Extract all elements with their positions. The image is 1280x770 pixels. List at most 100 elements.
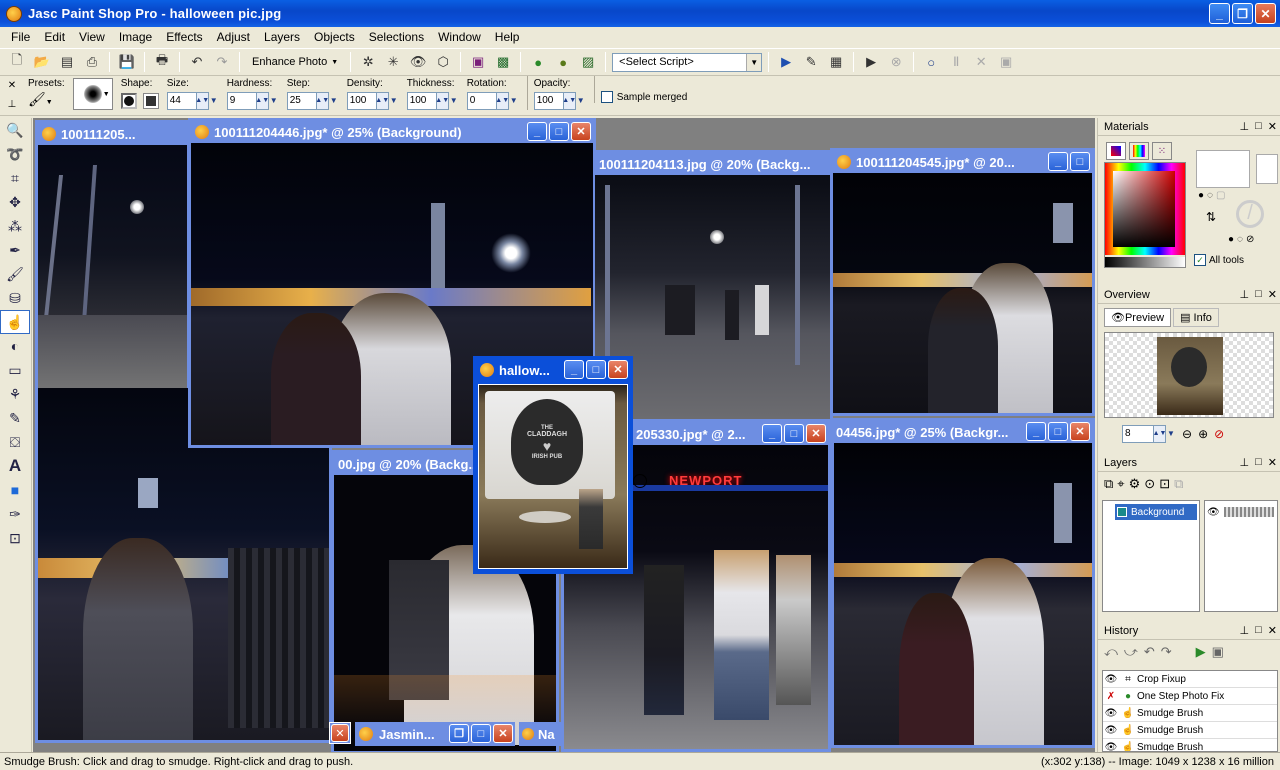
photo[interactable] (38, 145, 187, 389)
pen-tool-icon[interactable]: ✑ (0, 502, 30, 526)
tab-info[interactable]: ▤ Info (1173, 308, 1219, 327)
thickness-input[interactable]: 100 (406, 91, 437, 110)
chevron-down-icon[interactable]: ▼ (1166, 425, 1176, 443)
document-window[interactable]: 04456.jpg* @ 25% (Backgr... _ □ ✕ (831, 418, 1095, 748)
close-icon[interactable]: ✕ (1268, 456, 1277, 469)
menu-selections[interactable]: Selections (362, 30, 431, 44)
maximize-button[interactable]: □ (1048, 422, 1068, 441)
new-group-layer-icon[interactable]: ⊡ (1159, 476, 1170, 492)
maximize-button[interactable]: □ (549, 122, 569, 141)
overview-zoom-input[interactable]: 8 (1122, 424, 1154, 443)
background-swatch[interactable] (1256, 154, 1278, 184)
chevron-down-icon[interactable]: ▼ (269, 92, 279, 110)
pin-icon[interactable]: ⊥ (1240, 456, 1250, 469)
layers-titlebar[interactable]: Layers ⊥ □ ✕ (1098, 454, 1280, 472)
tab-preview[interactable]: 👁Preview (1104, 308, 1172, 327)
swap-colors-icon[interactable]: ⇅ (1206, 210, 1216, 224)
size-input[interactable]: 44 (166, 91, 197, 110)
list-item[interactable]: 👁 ☝ Smudge Brush (1103, 739, 1277, 751)
scan-icon[interactable]: ⎙ (81, 51, 103, 73)
photo[interactable] (834, 443, 1092, 745)
quickscript-icon[interactable]: ▶ (1196, 644, 1206, 660)
spin-icon[interactable]: ▲▼ (315, 91, 329, 110)
chevron-down-icon[interactable]: ▼ (209, 92, 219, 110)
redo-to-icon[interactable]: ⤻ (1124, 644, 1138, 660)
maximize-button[interactable]: □ (1070, 152, 1090, 171)
spin-icon[interactable]: ▲▼ (562, 91, 576, 110)
pin-icon[interactable]: ⊥ (8, 99, 17, 110)
spin-icon[interactable]: ▲▼ (1153, 424, 1166, 443)
geometry-icon[interactable]: ⬡ (432, 51, 454, 73)
zoom-tool-icon[interactable]: 🔍 (0, 118, 30, 142)
redo-icon[interactable]: ↷ (1161, 644, 1172, 660)
density-input[interactable]: 100 (346, 91, 377, 110)
list-item[interactable]: 👁 ⌗ Crop Fixup (1103, 671, 1277, 688)
paint-brush-tool-icon[interactable]: 🖌 (0, 262, 30, 286)
text-tool-icon[interactable]: A (0, 454, 30, 478)
minimize-button[interactable]: _ (564, 360, 584, 379)
photo[interactable] (833, 173, 1092, 413)
zoom-out-icon[interactable]: ⊖ (1182, 427, 1192, 441)
document-titlebar[interactable]: 100111204446.jpg* @ 25% (Background) _ □ ✕ (191, 121, 593, 143)
undo-to-icon[interactable]: ⤺ (1104, 644, 1118, 660)
picture-icon[interactable]: ▨ (577, 51, 599, 73)
layer-visibility-icon[interactable]: 👁 (1207, 507, 1220, 518)
brush-preview[interactable]: ▼ (72, 78, 113, 110)
close-button[interactable]: ✕ (806, 424, 826, 443)
chevron-down-icon[interactable]: ▼ (509, 92, 519, 110)
list-item[interactable]: 👁 ☝ Smudge Brush (1103, 705, 1277, 722)
fill-tool-icon[interactable]: ⛋ (0, 430, 30, 454)
maximize-icon[interactable]: □ (1255, 624, 1262, 637)
save-script-icon[interactable]: ▣ (995, 51, 1017, 73)
crop-tool-icon[interactable]: ⌗ (0, 166, 30, 190)
materials-titlebar[interactable]: Materials ⊥ □ ✕ (1098, 118, 1280, 136)
minimize-button[interactable]: _ (1026, 422, 1046, 441)
menu-layers[interactable]: Layers (257, 30, 307, 44)
zoom-100-icon[interactable]: ⊘ (1214, 427, 1224, 441)
eye-icon[interactable]: 👁 (1103, 708, 1119, 719)
landscape-icon[interactable]: ▩ (492, 51, 514, 73)
record-icon[interactable]: ○ (920, 51, 942, 73)
list-item[interactable]: 👁 ☝ Smudge Brush (1103, 722, 1277, 739)
maximize-button[interactable]: ❐ (1232, 3, 1253, 24)
auto-fix-icon[interactable]: ✲ (357, 51, 379, 73)
sample-merged-checkbox[interactable] (600, 91, 613, 103)
menu-file[interactable]: File (4, 30, 37, 44)
spin-icon[interactable]: ▲▼ (495, 91, 509, 110)
shape-tool-icon[interactable]: ■ (0, 478, 30, 502)
minimize-button[interactable]: _ (527, 122, 547, 141)
select-script-dropdown[interactable]: <Select Script> ▼ (612, 52, 763, 72)
frame-tab-icon[interactable] (1106, 142, 1126, 160)
fg-style-icons[interactable]: ● ◌ ▢ (1198, 190, 1225, 201)
document-tab[interactable]: ✕ (329, 722, 351, 744)
warp-tool-icon[interactable]: ⊡ (0, 526, 30, 550)
hardness-input[interactable]: 9 (226, 91, 257, 110)
minimize-button[interactable]: _ (1048, 152, 1068, 171)
menu-window[interactable]: Window (431, 30, 488, 44)
menu-image[interactable]: Image (112, 30, 159, 44)
run-selected-icon[interactable]: ▶ (860, 51, 882, 73)
eye-icon[interactable]: 👁 (1103, 725, 1119, 736)
document-window[interactable]: 100111204545.jpg* @ 20... _ □ (830, 148, 1095, 416)
close-button[interactable]: ✕ (331, 724, 349, 742)
menu-objects[interactable]: Objects (307, 30, 362, 44)
minimize-button[interactable]: _ (762, 424, 782, 443)
rainbow-tab-icon[interactable] (1129, 142, 1149, 160)
history-titlebar[interactable]: History ⊥ □ ✕ (1098, 622, 1280, 640)
close-icon[interactable]: ✕ (1268, 120, 1277, 133)
move-tool-icon[interactable]: ✥ (0, 190, 30, 214)
cancel-icon[interactable]: ✕ (970, 51, 992, 73)
opacity-input[interactable]: 100 (533, 91, 564, 110)
app-titlebar[interactable]: Jasc Paint Shop Pro - halloween pic.jpg … (0, 0, 1280, 27)
browse-icon[interactable]: ▤ (56, 51, 78, 73)
menu-help[interactable]: Help (488, 30, 527, 44)
swatches-tab-icon[interactable]: ⁙ (1152, 142, 1172, 160)
list-item[interactable]: ✗ ● One Step Photo Fix (1103, 688, 1277, 705)
close-icon[interactable]: ✕ (8, 80, 16, 91)
close-button[interactable]: ✕ (1255, 3, 1276, 24)
new-mask-layer-icon[interactable]: ⊙ (1144, 476, 1155, 492)
pin-icon[interactable]: ⊥ (1240, 120, 1250, 133)
document-tab[interactable]: Na (519, 722, 561, 746)
all-tools-checkbox[interactable]: ✓ (1194, 254, 1206, 266)
restore-button[interactable]: ❐ (449, 724, 469, 743)
